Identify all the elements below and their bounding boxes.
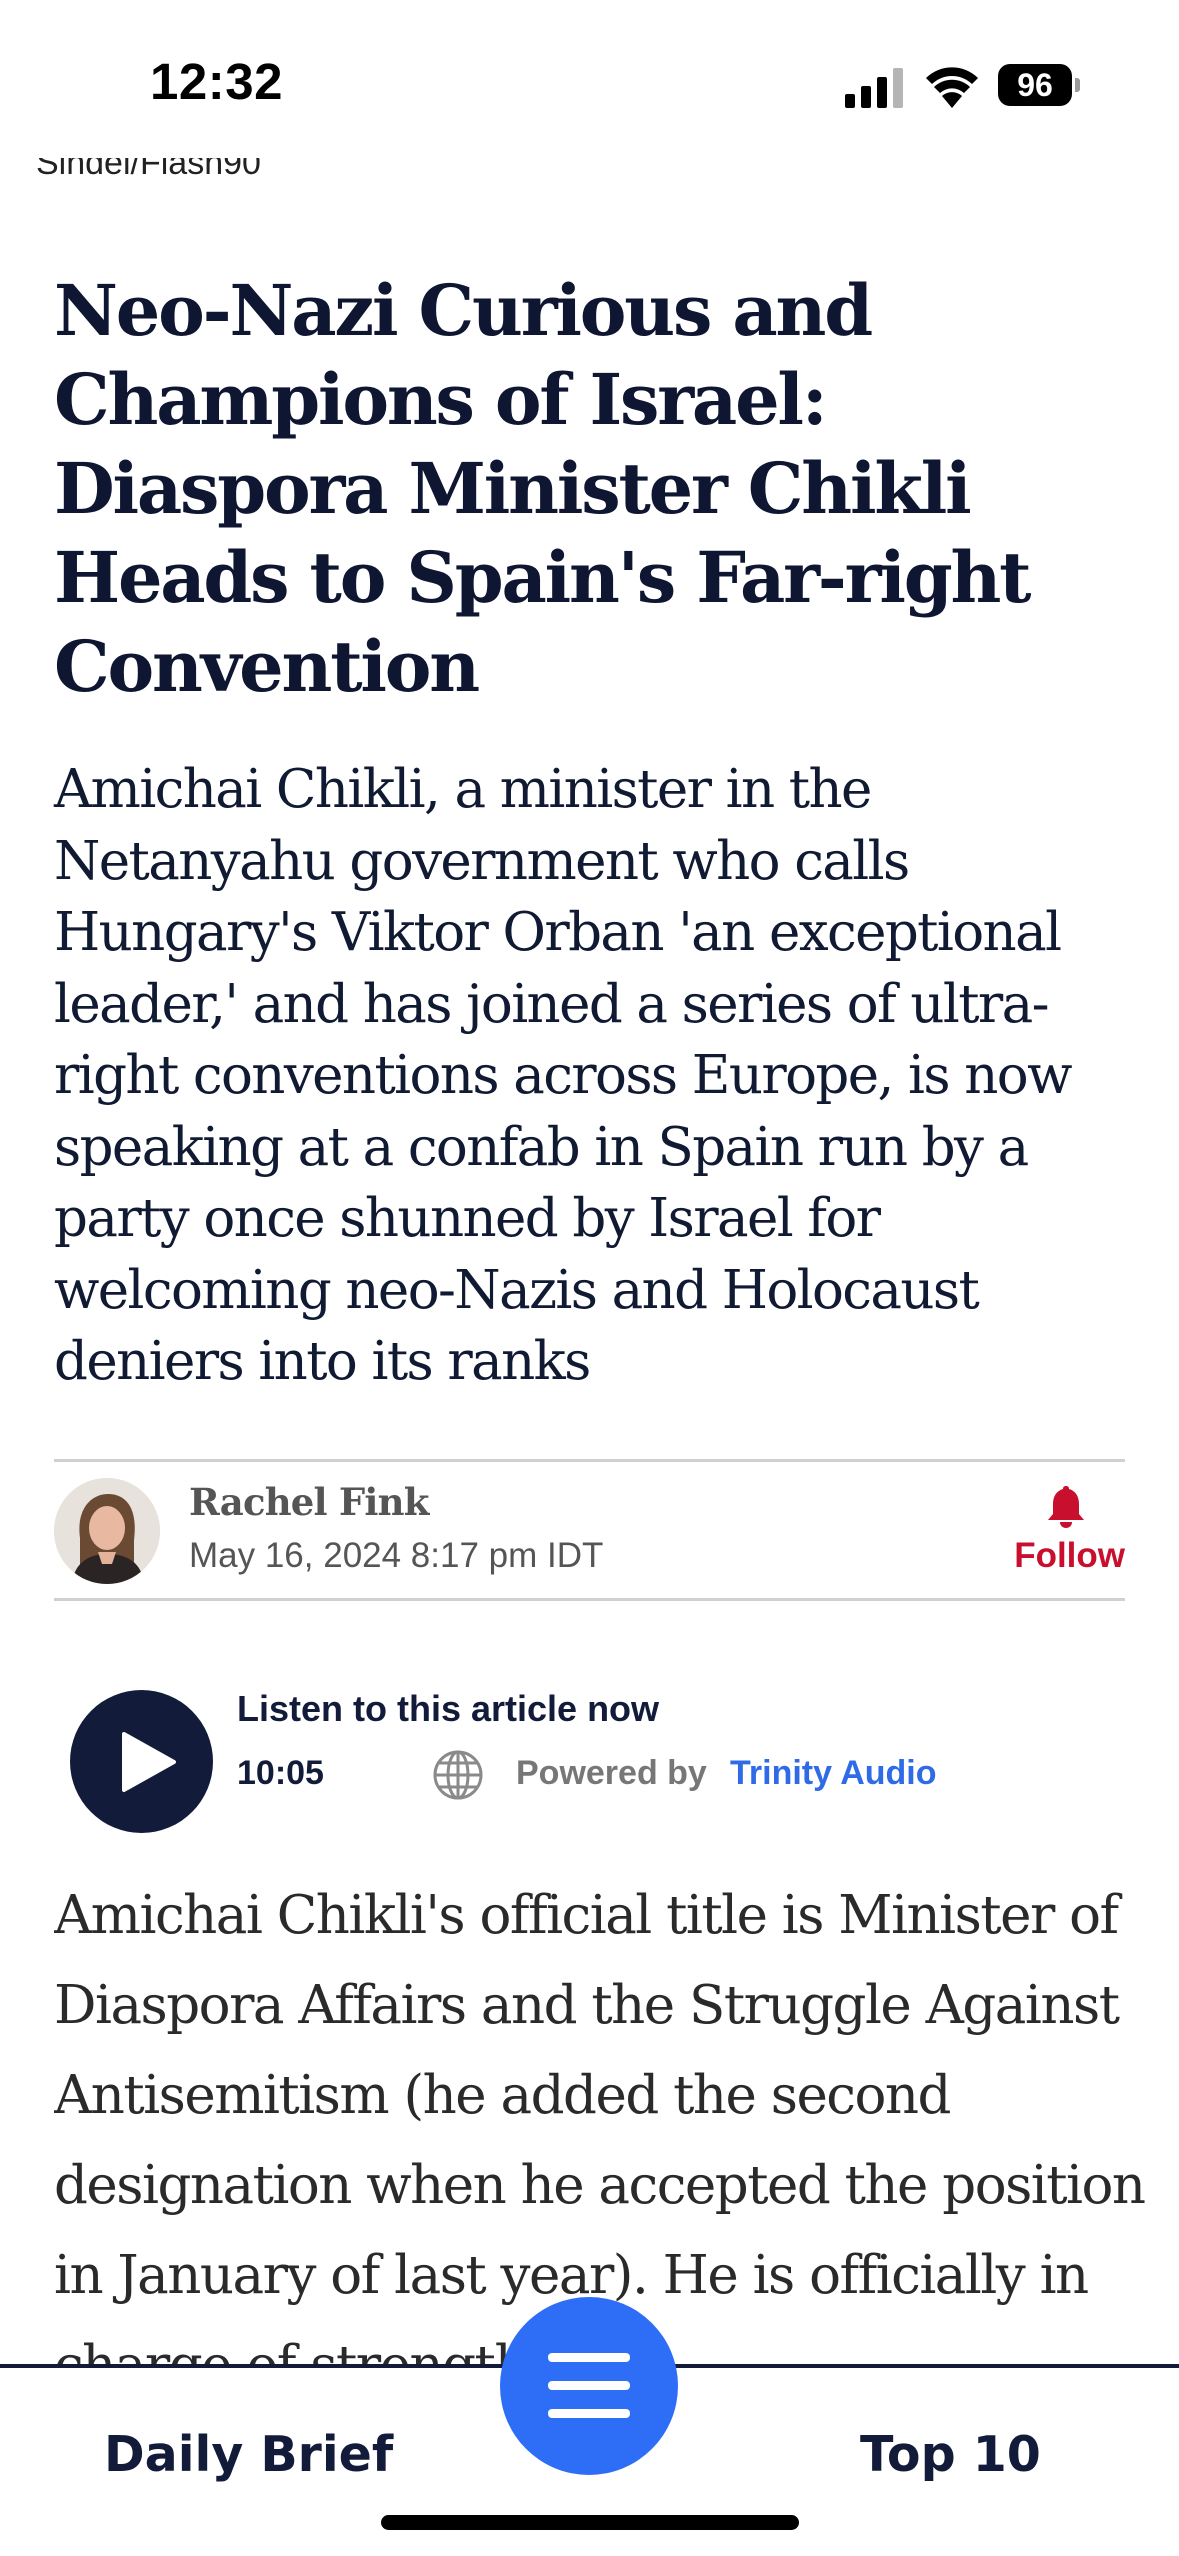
- hamburger-menu-icon: [548, 2353, 630, 2418]
- signal-icon: [845, 68, 903, 108]
- photo-credit: Sindel/Flash90: [36, 158, 261, 182]
- photo-credit-text: Sindel/Flash90: [36, 158, 261, 182]
- home-indicator[interactable]: [381, 2515, 799, 2530]
- trinity-audio-link[interactable]: Trinity Audio: [730, 1754, 937, 1793]
- wifi-icon: [926, 67, 978, 108]
- status-bar: 12:32 96: [0, 0, 1179, 170]
- author-avatar[interactable]: [54, 1478, 160, 1584]
- play-button[interactable]: [70, 1690, 213, 1833]
- play-icon: [122, 1732, 176, 1792]
- bell-icon: [1048, 1486, 1084, 1528]
- article-dek: Amichai Chikli, a minister in the Netany…: [54, 759, 1072, 1392]
- audio-duration: 10:05: [237, 1754, 324, 1792]
- top-10-tab[interactable]: Top 10: [860, 2426, 1041, 2483]
- article-headline: Neo-Nazi Curious and Champions of Israel…: [54, 269, 1032, 708]
- publish-date: May 16, 2024 8:17 pm IDT: [189, 1536, 604, 1575]
- follow-button[interactable]: Follow: [1005, 1482, 1125, 1582]
- globe-icon: [433, 1750, 483, 1800]
- powered-by-label: Powered by: [516, 1754, 707, 1792]
- follow-label: Follow: [1014, 1536, 1125, 1575]
- audio-player: Listen to this article now 10:05 Powered…: [54, 1680, 1125, 1840]
- daily-brief-tab[interactable]: Daily Brief: [104, 2426, 393, 2483]
- byline: Rachel Fink May 16, 2024 8:17 pm IDT Fol…: [54, 1459, 1125, 1601]
- status-time: 12:32: [150, 53, 283, 110]
- article-body: Amichai Chikli's official title is Minis…: [54, 1885, 1146, 2368]
- author-name[interactable]: Rachel Fink: [189, 1480, 429, 1524]
- battery-icon: 96: [998, 64, 1080, 108]
- author-photo: [54, 1478, 160, 1584]
- audio-title: Listen to this article now: [237, 1688, 660, 1729]
- battery-tip: [1075, 78, 1080, 92]
- menu-button[interactable]: [500, 2297, 678, 2475]
- battery-level: 96: [998, 64, 1072, 106]
